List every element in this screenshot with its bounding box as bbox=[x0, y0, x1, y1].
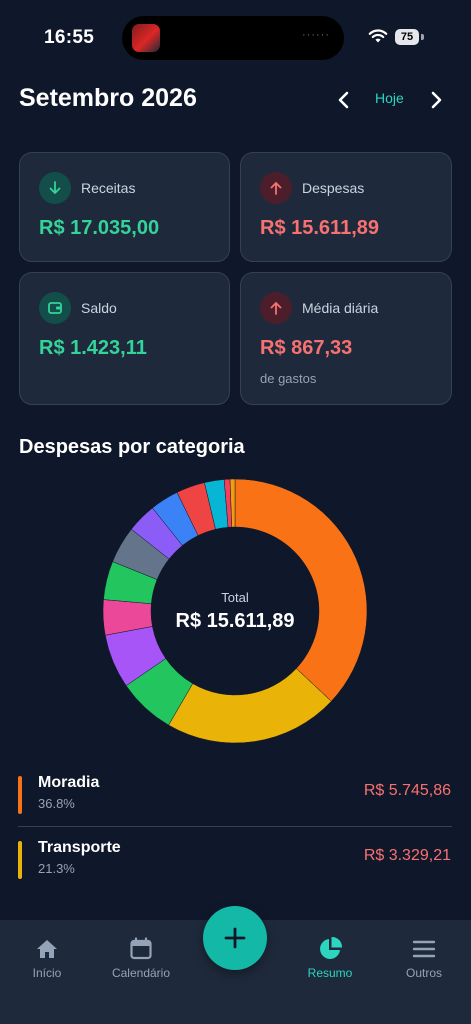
calendar-icon bbox=[130, 937, 152, 960]
chevron-right-icon[interactable] bbox=[424, 88, 448, 112]
category-color-bar bbox=[18, 841, 22, 879]
battery-tip bbox=[421, 34, 424, 40]
status-time: 16:55 bbox=[44, 27, 95, 48]
tab-label: Outros bbox=[405, 966, 442, 980]
tab-label: Início bbox=[32, 966, 62, 980]
status-bar: 16:55 ······ 75 bbox=[0, 0, 471, 78]
expense-label: Despesas bbox=[302, 180, 365, 196]
battery-indicator: 75 bbox=[395, 29, 419, 45]
category-amount: R$ 3.329,21 bbox=[363, 847, 451, 864]
tab-label: Resumo bbox=[307, 966, 353, 980]
category-percent: 21.3% bbox=[38, 861, 75, 876]
balance-value: R$ 1.423,11 bbox=[39, 337, 147, 359]
tab-label: Calendário bbox=[111, 966, 171, 980]
category-row[interactable]: Moradia 36.8% R$ 5.745,86 bbox=[0, 766, 471, 830]
plus-icon bbox=[224, 927, 246, 949]
wallet-icon bbox=[39, 292, 71, 324]
tab-resumo[interactable]: Resumo bbox=[290, 936, 370, 992]
arrow-down-icon bbox=[39, 172, 71, 204]
income-label: Receitas bbox=[81, 180, 136, 196]
balance-label: Saldo bbox=[81, 300, 117, 316]
section-title: Despesas por categoria bbox=[19, 436, 245, 458]
home-icon bbox=[37, 940, 57, 958]
add-transaction-button[interactable] bbox=[203, 906, 267, 970]
donut-slice-1[interactable] bbox=[168, 668, 332, 743]
arrow-up-icon bbox=[260, 292, 292, 324]
category-name: Moradia bbox=[38, 774, 100, 791]
page-title: Setembro 2026 bbox=[19, 84, 197, 112]
daily-average-label: Média diária bbox=[302, 300, 379, 316]
menu-icon bbox=[412, 940, 436, 958]
donut-center-value: R$ 15.611,89 bbox=[175, 610, 295, 632]
category-percent: 36.8% bbox=[38, 796, 75, 811]
daily-average-sub: de gastos bbox=[260, 371, 317, 386]
category-name: Transporte bbox=[38, 839, 121, 856]
now-playing-app-icon bbox=[132, 24, 160, 52]
pie-chart-icon bbox=[320, 936, 343, 959]
arrow-up-icon bbox=[260, 172, 292, 204]
income-value: R$ 17.035,00 bbox=[39, 217, 160, 239]
category-color-bar bbox=[18, 776, 22, 814]
balance-card[interactable]: Saldo R$ 1.423,11 bbox=[19, 272, 230, 405]
expense-card[interactable]: Despesas R$ 15.611,89 bbox=[240, 152, 452, 262]
tab-inicio[interactable]: Início bbox=[7, 936, 87, 992]
daily-average-value: R$ 867,33 bbox=[260, 337, 353, 359]
income-card[interactable]: Receitas R$ 17.035,00 bbox=[19, 152, 230, 262]
donut-center-label: Total bbox=[221, 590, 249, 605]
tab-calendario[interactable]: Calendário bbox=[101, 936, 181, 992]
today-button[interactable]: Hoje bbox=[375, 90, 404, 106]
divider bbox=[18, 826, 452, 827]
category-amount: R$ 5.745,86 bbox=[363, 782, 451, 799]
dynamic-island: ······ bbox=[122, 16, 344, 60]
expense-value: R$ 15.611,89 bbox=[260, 217, 379, 239]
wifi-icon bbox=[368, 29, 388, 43]
chevron-left-icon[interactable] bbox=[332, 88, 356, 112]
tab-outros[interactable]: Outros bbox=[384, 936, 464, 992]
daily-average-card[interactable]: Média diária R$ 867,33 de gastos bbox=[240, 272, 452, 405]
category-row[interactable]: Transporte 21.3% R$ 3.329,21 bbox=[0, 831, 471, 895]
island-indicator: ······ bbox=[302, 29, 330, 41]
